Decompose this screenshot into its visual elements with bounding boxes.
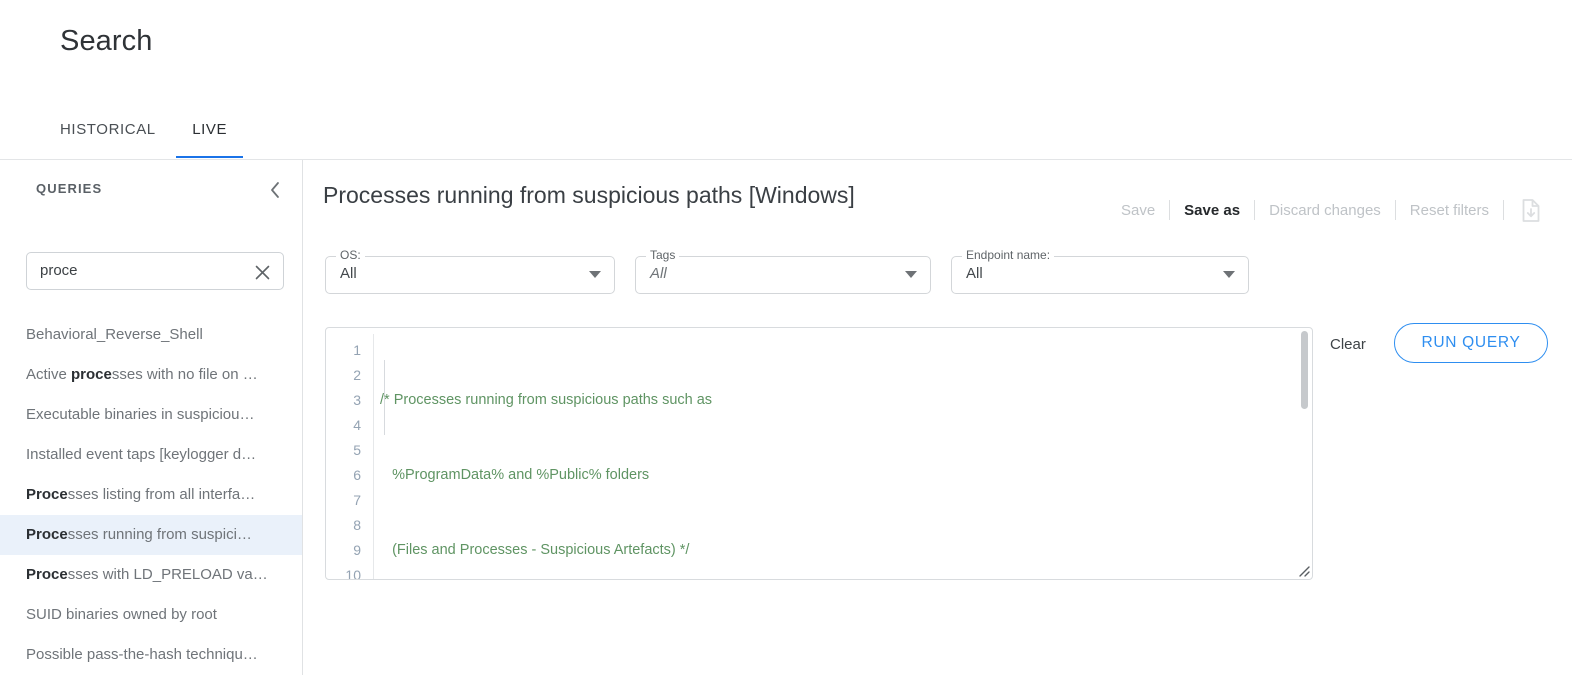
resize-grip-icon [1299,566,1310,577]
list-item[interactable]: Processes with LD_PRELOAD va… [0,555,302,595]
editor-gutter: 1 2 3 4 5 6 7 8 9 10 [326,328,370,579]
close-icon [255,265,269,279]
app-header: Search HISTORICAL LIVE [0,0,1572,160]
query-item-suffix: sses with LD_PRELOAD va… [67,566,268,583]
filter-os-value: All [340,265,357,282]
filter-os-label: OS: [336,248,365,262]
queries-sidebar: QUERIES proce Behavioral_Reverse_Shell A… [0,160,302,675]
query-item-match: Proce [26,486,68,503]
line-number: 10 [345,567,361,580]
editor-scrollbar[interactable] [1301,331,1308,409]
line-number: 2 [353,367,361,383]
list-item[interactable]: Possible pass-the-hash techniqu… [0,635,302,675]
list-item[interactable]: SUID binaries owned by root [0,595,302,635]
query-item-match: Proce [26,526,68,543]
line-number: 9 [353,542,361,558]
chevron-down-icon[interactable] [1223,271,1235,278]
list-item[interactable]: Executable binaries in suspiciou… [0,395,302,435]
filter-bar: OS: All Tags All Endpoint name: All [325,248,1249,294]
clear-button[interactable]: Clear [1330,336,1366,353]
save-button[interactable]: Save [1107,202,1169,219]
query-item-match: Proce [26,566,68,583]
line-number: 5 [353,442,361,458]
line-number: 3 [353,392,361,408]
query-item-label: Installed event taps [keylogger d… [26,446,257,463]
filter-tags-value: All [650,265,667,282]
query-item-label: Executable binaries in suspiciou… [26,406,255,423]
list-item[interactable]: Behavioral_Reverse_Shell [0,315,302,355]
query-list: Behavioral_Reverse_Shell Active processe… [0,315,302,675]
gutter-divider [373,334,374,579]
sql-editor[interactable]: 1 2 3 4 5 6 7 8 9 10 /* Processes runnin… [325,327,1313,580]
action-bar: Save Save as Discard changes Reset filte… [1107,197,1552,223]
save-as-button[interactable]: Save as [1170,202,1254,219]
query-item-prefix: Active [26,366,72,383]
page-title: Search [60,25,153,57]
editor-resize-handle[interactable] [1296,563,1310,577]
search-page: Search HISTORICAL LIVE QUERIES proce Beh… [0,0,1572,675]
list-item-selected[interactable]: Processes running from suspici… [0,515,302,555]
chevron-down-icon[interactable] [905,271,917,278]
sidebar-collapse-button[interactable] [262,177,288,203]
chevron-left-icon [271,182,279,198]
search-input[interactable]: proce [26,252,284,290]
chevron-down-icon[interactable] [589,271,601,278]
sidebar-heading: QUERIES [36,181,103,196]
line-number: 8 [353,517,361,533]
list-item[interactable]: Installed event taps [keylogger d… [0,435,302,475]
query-item-label: Behavioral_Reverse_Shell [26,326,203,343]
filter-endpoint-name[interactable]: Endpoint name: All [951,248,1249,294]
filter-tags-outline [635,256,931,294]
code-line: /* Processes running from suspicious pat… [380,392,713,408]
query-item-label: Possible pass-the-hash techniqu… [26,646,258,663]
list-item[interactable]: Active processes with no file on … [0,355,302,395]
query-item-suffix: sses listing from all interfa… [67,486,256,503]
query-item-suffix: sses running from suspici… [67,526,252,543]
query-item-match: proce [71,366,112,383]
filter-endpoint-value: All [966,265,983,282]
search-clear-button[interactable] [250,260,274,284]
list-item[interactable]: Processes listing from all interfa… [0,475,302,515]
line-number: 6 [353,467,361,483]
query-title: Processes running from suspicious paths … [323,182,855,208]
filter-os[interactable]: OS: All [325,248,615,294]
line-number: 7 [353,492,361,508]
tab-bar: HISTORICAL LIVE [44,108,244,160]
query-item-suffix: sses with no file on … [111,366,258,383]
editor-code[interactable]: /* Processes running from suspicious pat… [380,338,1288,579]
query-item-label: SUID binaries owned by root [26,606,217,623]
file-download-icon [1522,198,1540,222]
line-number: 1 [353,342,361,358]
run-query-button[interactable]: RUN QUERY [1394,323,1548,363]
search-input-value: proce [40,262,78,279]
filter-endpoint-label: Endpoint name: [962,248,1055,262]
code-line: %ProgramData% and %Public% folders [380,467,650,483]
code-line: (Files and Processes - Suspicious Artefa… [380,542,690,558]
download-query-button[interactable] [1504,198,1552,223]
discard-changes-button[interactable]: Discard changes [1255,202,1395,219]
tab-live[interactable]: LIVE [176,108,244,158]
filter-os-outline [325,256,615,294]
reset-filters-button[interactable]: Reset filters [1396,202,1503,219]
tab-historical[interactable]: HISTORICAL [44,108,172,158]
filter-tags-label: Tags [646,248,680,262]
query-detail-panel: Processes running from suspicious paths … [303,160,1572,675]
filter-tags[interactable]: Tags All [635,248,931,294]
line-number: 4 [353,417,361,433]
